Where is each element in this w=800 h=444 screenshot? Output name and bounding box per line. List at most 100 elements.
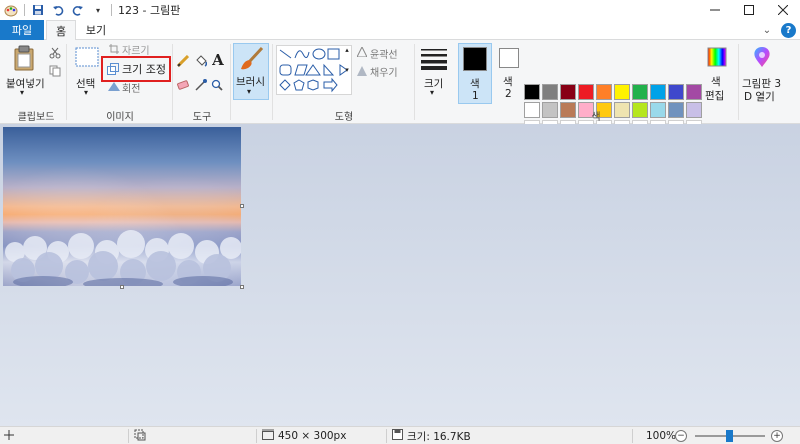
ribbon: 붙여넣기 ▾ 클립보드 선택 ▾ 자르기 크기 조정 회전 이미지 A 도구 브… [0, 40, 800, 136]
redo-icon[interactable] [71, 3, 85, 17]
title-bar: ▾ 123 - 그림판 [0, 0, 800, 20]
crop-button[interactable]: 자르기 [122, 42, 150, 57]
outline-button[interactable]: 윤곽선 [370, 46, 398, 61]
palette-swatch[interactable] [578, 84, 594, 100]
brushes-button[interactable]: 브러시 ▾ [233, 43, 269, 100]
zoom-slider-thumb[interactable] [726, 430, 733, 442]
palette-swatch[interactable] [614, 84, 630, 100]
color1-label: 색 [470, 78, 480, 90]
palette-swatch[interactable] [542, 84, 558, 100]
paste-icon[interactable] [12, 44, 36, 72]
palette-swatch[interactable] [596, 84, 612, 100]
window-title: 123 - 그림판 [118, 4, 181, 17]
palette-swatch[interactable] [686, 84, 702, 100]
help-icon[interactable]: ? [781, 23, 796, 38]
paste-button[interactable]: 붙여넣기 [6, 76, 45, 91]
eraser-icon[interactable] [176, 78, 190, 92]
resize-handle-right[interactable] [240, 204, 244, 208]
resize-handle-corner[interactable] [240, 285, 244, 289]
divider [632, 429, 633, 443]
palette-swatch[interactable] [632, 84, 648, 100]
copy-icon[interactable] [48, 64, 62, 78]
undo-icon[interactable] [51, 3, 65, 17]
edit-colors-icon[interactable] [706, 46, 728, 68]
image-size-icon [262, 429, 274, 444]
color1-number: 1 [472, 90, 479, 102]
cursor-position-icon [4, 429, 14, 443]
chevron-down-icon: ▾ [247, 87, 252, 96]
color2-number[interactable]: 2 [505, 88, 512, 100]
color2-label[interactable]: 색 [503, 74, 513, 89]
group-label-clipboard: 클립보드 [17, 112, 55, 123]
fill-button[interactable]: 채우기 [370, 64, 398, 79]
magnifier-icon[interactable] [210, 78, 224, 92]
ribbon-tabs: 파일 홈 보기 ⌄ ? [0, 20, 800, 41]
divider [172, 44, 173, 120]
palette-swatch[interactable] [560, 84, 576, 100]
chevron-down-icon[interactable]: ⌄ [760, 23, 774, 37]
divider [128, 429, 129, 443]
color1-button[interactable]: 색 1 [458, 43, 492, 104]
chevron-up-icon[interactable]: ▴ [343, 46, 351, 54]
brush-icon [238, 46, 264, 72]
palette-swatch[interactable] [524, 84, 540, 100]
file-size-text: 크기: 16.7KB [407, 430, 471, 443]
chevron-down-icon[interactable]: ▾ [84, 88, 88, 97]
divider [111, 4, 112, 16]
customize-dropdown-icon[interactable]: ▾ [91, 3, 105, 17]
divider [414, 44, 415, 120]
image-dimensions: 450 × 300px [262, 429, 346, 443]
group-label-tools: 도구 [192, 112, 212, 123]
group-label-image: 이미지 [106, 112, 134, 123]
palette-swatch[interactable] [668, 84, 684, 100]
disk-icon [392, 429, 403, 443]
shapes-gallery[interactable] [276, 45, 352, 95]
line-size-icon[interactable] [420, 46, 448, 72]
divider [24, 4, 25, 16]
color2-swatch[interactable] [499, 48, 519, 68]
chevron-down-icon[interactable]: ▾ [430, 88, 434, 97]
select-icon[interactable] [74, 46, 100, 68]
paint3d-icon[interactable] [750, 44, 774, 70]
paint-app-icon[interactable] [4, 3, 18, 17]
minimize-icon[interactable] [698, 0, 732, 20]
text-icon[interactable]: A [210, 51, 226, 69]
maximize-icon[interactable] [732, 0, 766, 20]
fill-icon[interactable] [356, 65, 368, 77]
color-picker-icon[interactable] [194, 78, 208, 92]
tab-home[interactable]: 홈 [46, 20, 76, 41]
zoom-level: 100% [646, 429, 676, 443]
paint3d-label-2[interactable]: D 열기 [744, 89, 775, 104]
dimensions-text: 450 × 300px [278, 430, 347, 442]
divider [386, 429, 387, 443]
save-icon[interactable] [31, 3, 45, 17]
scissors-icon[interactable] [48, 46, 62, 60]
selection-size-icon [134, 429, 146, 444]
edit-colors-label-2[interactable]: 편집 [705, 88, 724, 103]
canvas-workspace[interactable] [0, 124, 800, 426]
tab-file[interactable]: 파일 [0, 20, 44, 40]
palette-swatch[interactable] [650, 84, 666, 100]
zoom-out-button[interactable]: − [675, 430, 687, 442]
divider [738, 44, 739, 120]
rotate-button[interactable]: 회전 [122, 80, 140, 95]
fill-bucket-icon[interactable] [194, 54, 208, 68]
rotate-icon[interactable] [108, 81, 120, 91]
group-label-shapes: 도형 [334, 112, 354, 123]
resize-highlight-box [101, 56, 171, 82]
close-icon[interactable] [766, 0, 800, 20]
crop-icon[interactable] [108, 43, 120, 55]
resize-handle-bottom[interactable] [120, 285, 124, 289]
edit-colors-label[interactable]: 색 [711, 74, 721, 89]
outline-icon[interactable] [356, 46, 368, 58]
chevron-down-icon[interactable]: ▾ [343, 66, 351, 74]
status-bar: 450 × 300px 크기: 16.7KB 100% − + [0, 426, 800, 444]
canvas-image[interactable] [3, 127, 241, 286]
file-size: 크기: 16.7KB [392, 429, 471, 443]
quick-access-toolbar: ▾ [0, 0, 112, 20]
zoom-in-button[interactable]: + [771, 430, 783, 442]
pencil-icon[interactable] [176, 54, 190, 68]
chevron-down-icon[interactable]: ▾ [20, 88, 24, 97]
tab-view[interactable]: 보기 [80, 20, 112, 40]
color1-swatch [463, 47, 487, 71]
